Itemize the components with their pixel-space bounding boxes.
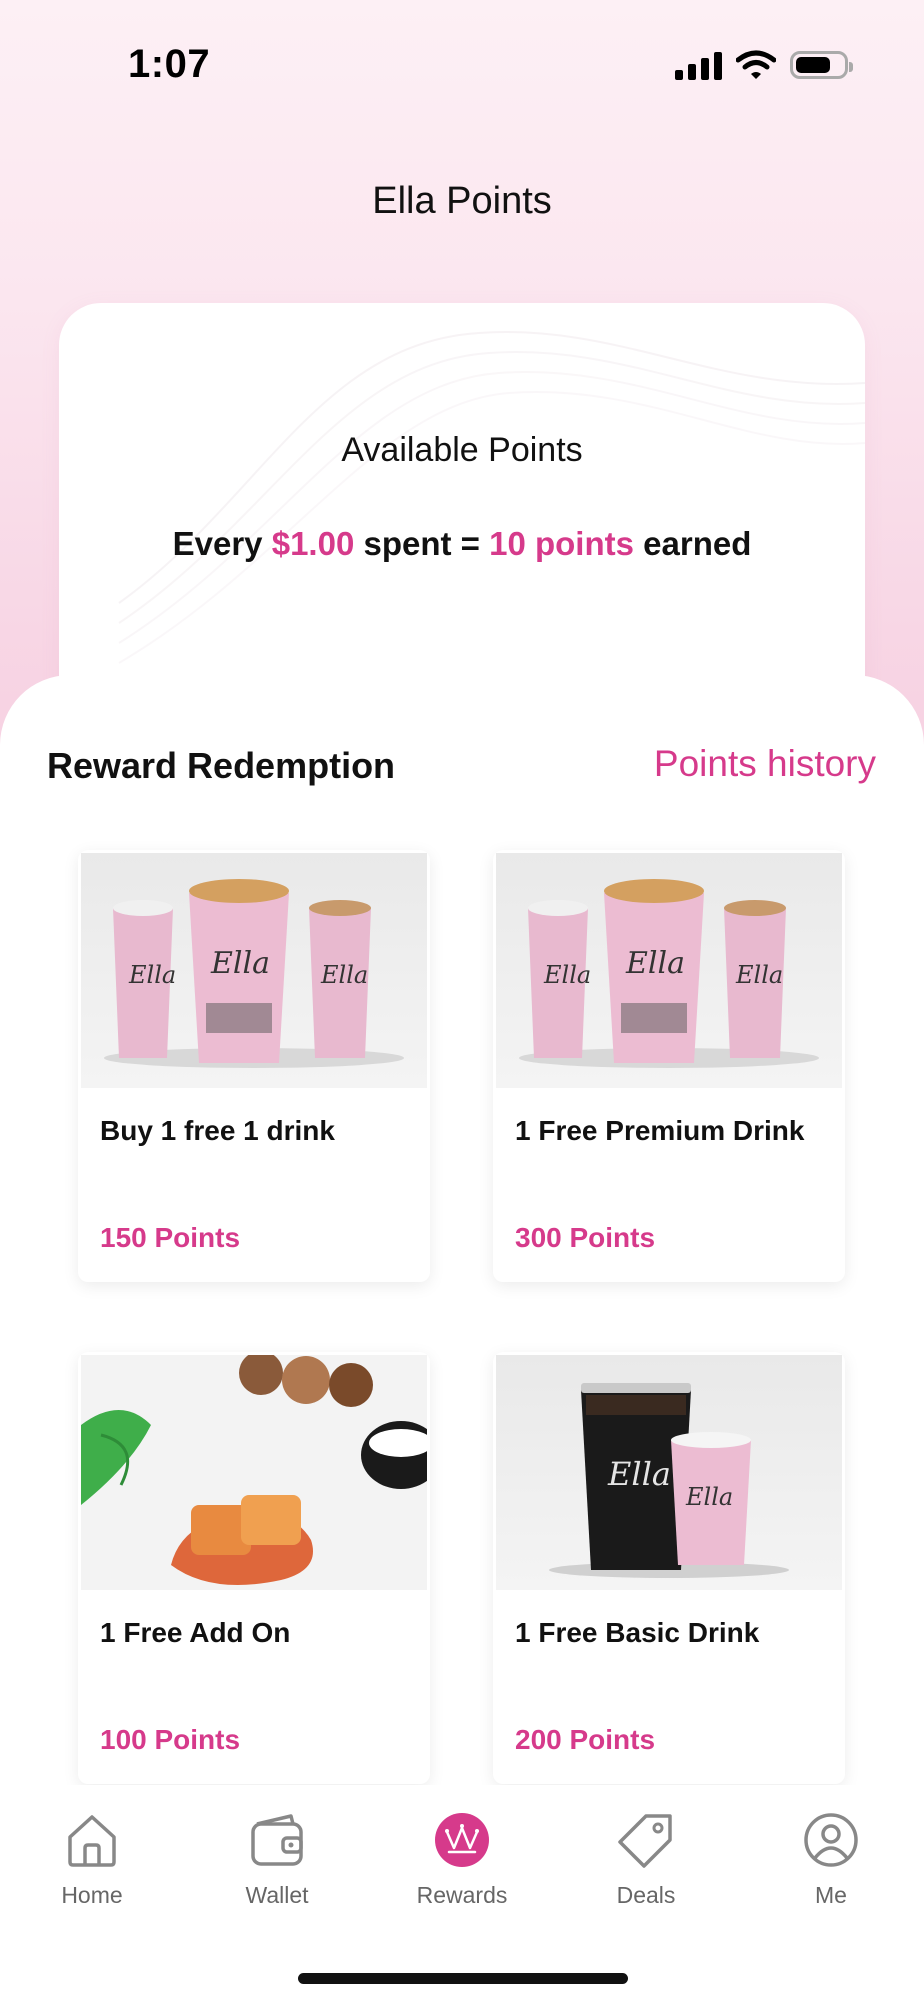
tab-label: Me [815,1882,847,1908]
available-points-label: Available Points [341,431,583,469]
svg-text:Ella: Ella [210,946,270,981]
wifi-icon [736,50,776,79]
page-title: Ella Points [372,180,552,222]
tab-home[interactable]: Home [27,1810,157,1909]
svg-text:Ella: Ella [543,961,591,989]
tab-bar: Home Wallet Rewards Deals Me [0,1785,924,2000]
reward-points: 100 Points [100,1724,241,1755]
tab-label: Rewards [416,1882,508,1908]
battery-icon [790,51,853,79]
points-history-link[interactable]: Points history [654,743,876,785]
signal-icon [675,50,722,80]
earn-points: 10 points [489,525,634,562]
tab-rewards[interactable]: Rewards [397,1810,527,1909]
tab-label: Wallet [245,1882,309,1908]
status-icons [675,50,853,80]
reward-name: 1 Free Basic Drink [515,1617,760,1648]
svg-text:Ella: Ella [320,961,368,989]
tab-wallet[interactable]: Wallet [212,1810,342,1909]
tag-icon [618,1814,672,1868]
tab-label: Home [61,1882,123,1908]
reward-card-premium-drink[interactable]: Ella Ella Ella 1 Free Premium Drink 300 … [493,850,845,1282]
earn-mid: spent = [363,525,480,562]
reward-image-ella-hot-cold-cups: Ella Ella [496,1355,842,1590]
svg-text:Ella: Ella [128,961,176,989]
reward-image-ella-cups: Ella Ella Ella [496,853,842,1088]
reward-card-basic-drink[interactable]: Ella Ella 1 Free Basic Drink 200 Points [493,1352,845,1784]
section-title: Reward Redemption [47,745,396,786]
earn-rate-text: Every $1.00 spent = 10 points earned [59,525,865,563]
home-indicator [298,1973,628,1984]
earn-amount: $1.00 [271,525,355,562]
crown-icon [435,1813,489,1867]
tab-label: Deals [616,1882,676,1908]
reward-card-buy1free1[interactable]: Ella Ella Ella Buy 1 free 1 drink 150 Po… [78,850,430,1282]
reward-card-add-on[interactable]: 1 Free Add On 100 Points [78,1352,430,1784]
reward-image-ella-cups: Ella Ella Ella [81,853,427,1088]
decorative-wave [118,331,865,664]
profile-icon [804,1813,858,1867]
wallet-icon [251,1814,303,1866]
reward-points: 150 Points [100,1222,241,1253]
earn-prefix: Every [172,525,263,562]
svg-text:Ella: Ella [625,946,685,981]
home-icon [68,1815,116,1867]
reward-name: 1 Free Add On [100,1617,291,1648]
points-card: Available Points Every $1.00 spent = 10 … [59,303,865,723]
reward-image-caramel-mint [81,1352,430,1590]
earn-suffix: earned [643,525,752,562]
tab-me[interactable]: Me [766,1810,896,1909]
svg-text:Ella: Ella [735,961,783,989]
svg-text:Ella: Ella [607,1455,671,1493]
tab-deals[interactable]: Deals [581,1810,711,1909]
reward-name: 1 Free Premium Drink [515,1115,805,1146]
status-time: 1:07 [128,42,211,86]
reward-points: 200 Points [515,1724,656,1755]
reward-points: 300 Points [515,1222,656,1253]
screen: 1:07 Ella Points Available Points Every … [0,0,924,2000]
svg-text:Ella: Ella [685,1483,733,1511]
reward-name: Buy 1 free 1 drink [100,1115,335,1146]
